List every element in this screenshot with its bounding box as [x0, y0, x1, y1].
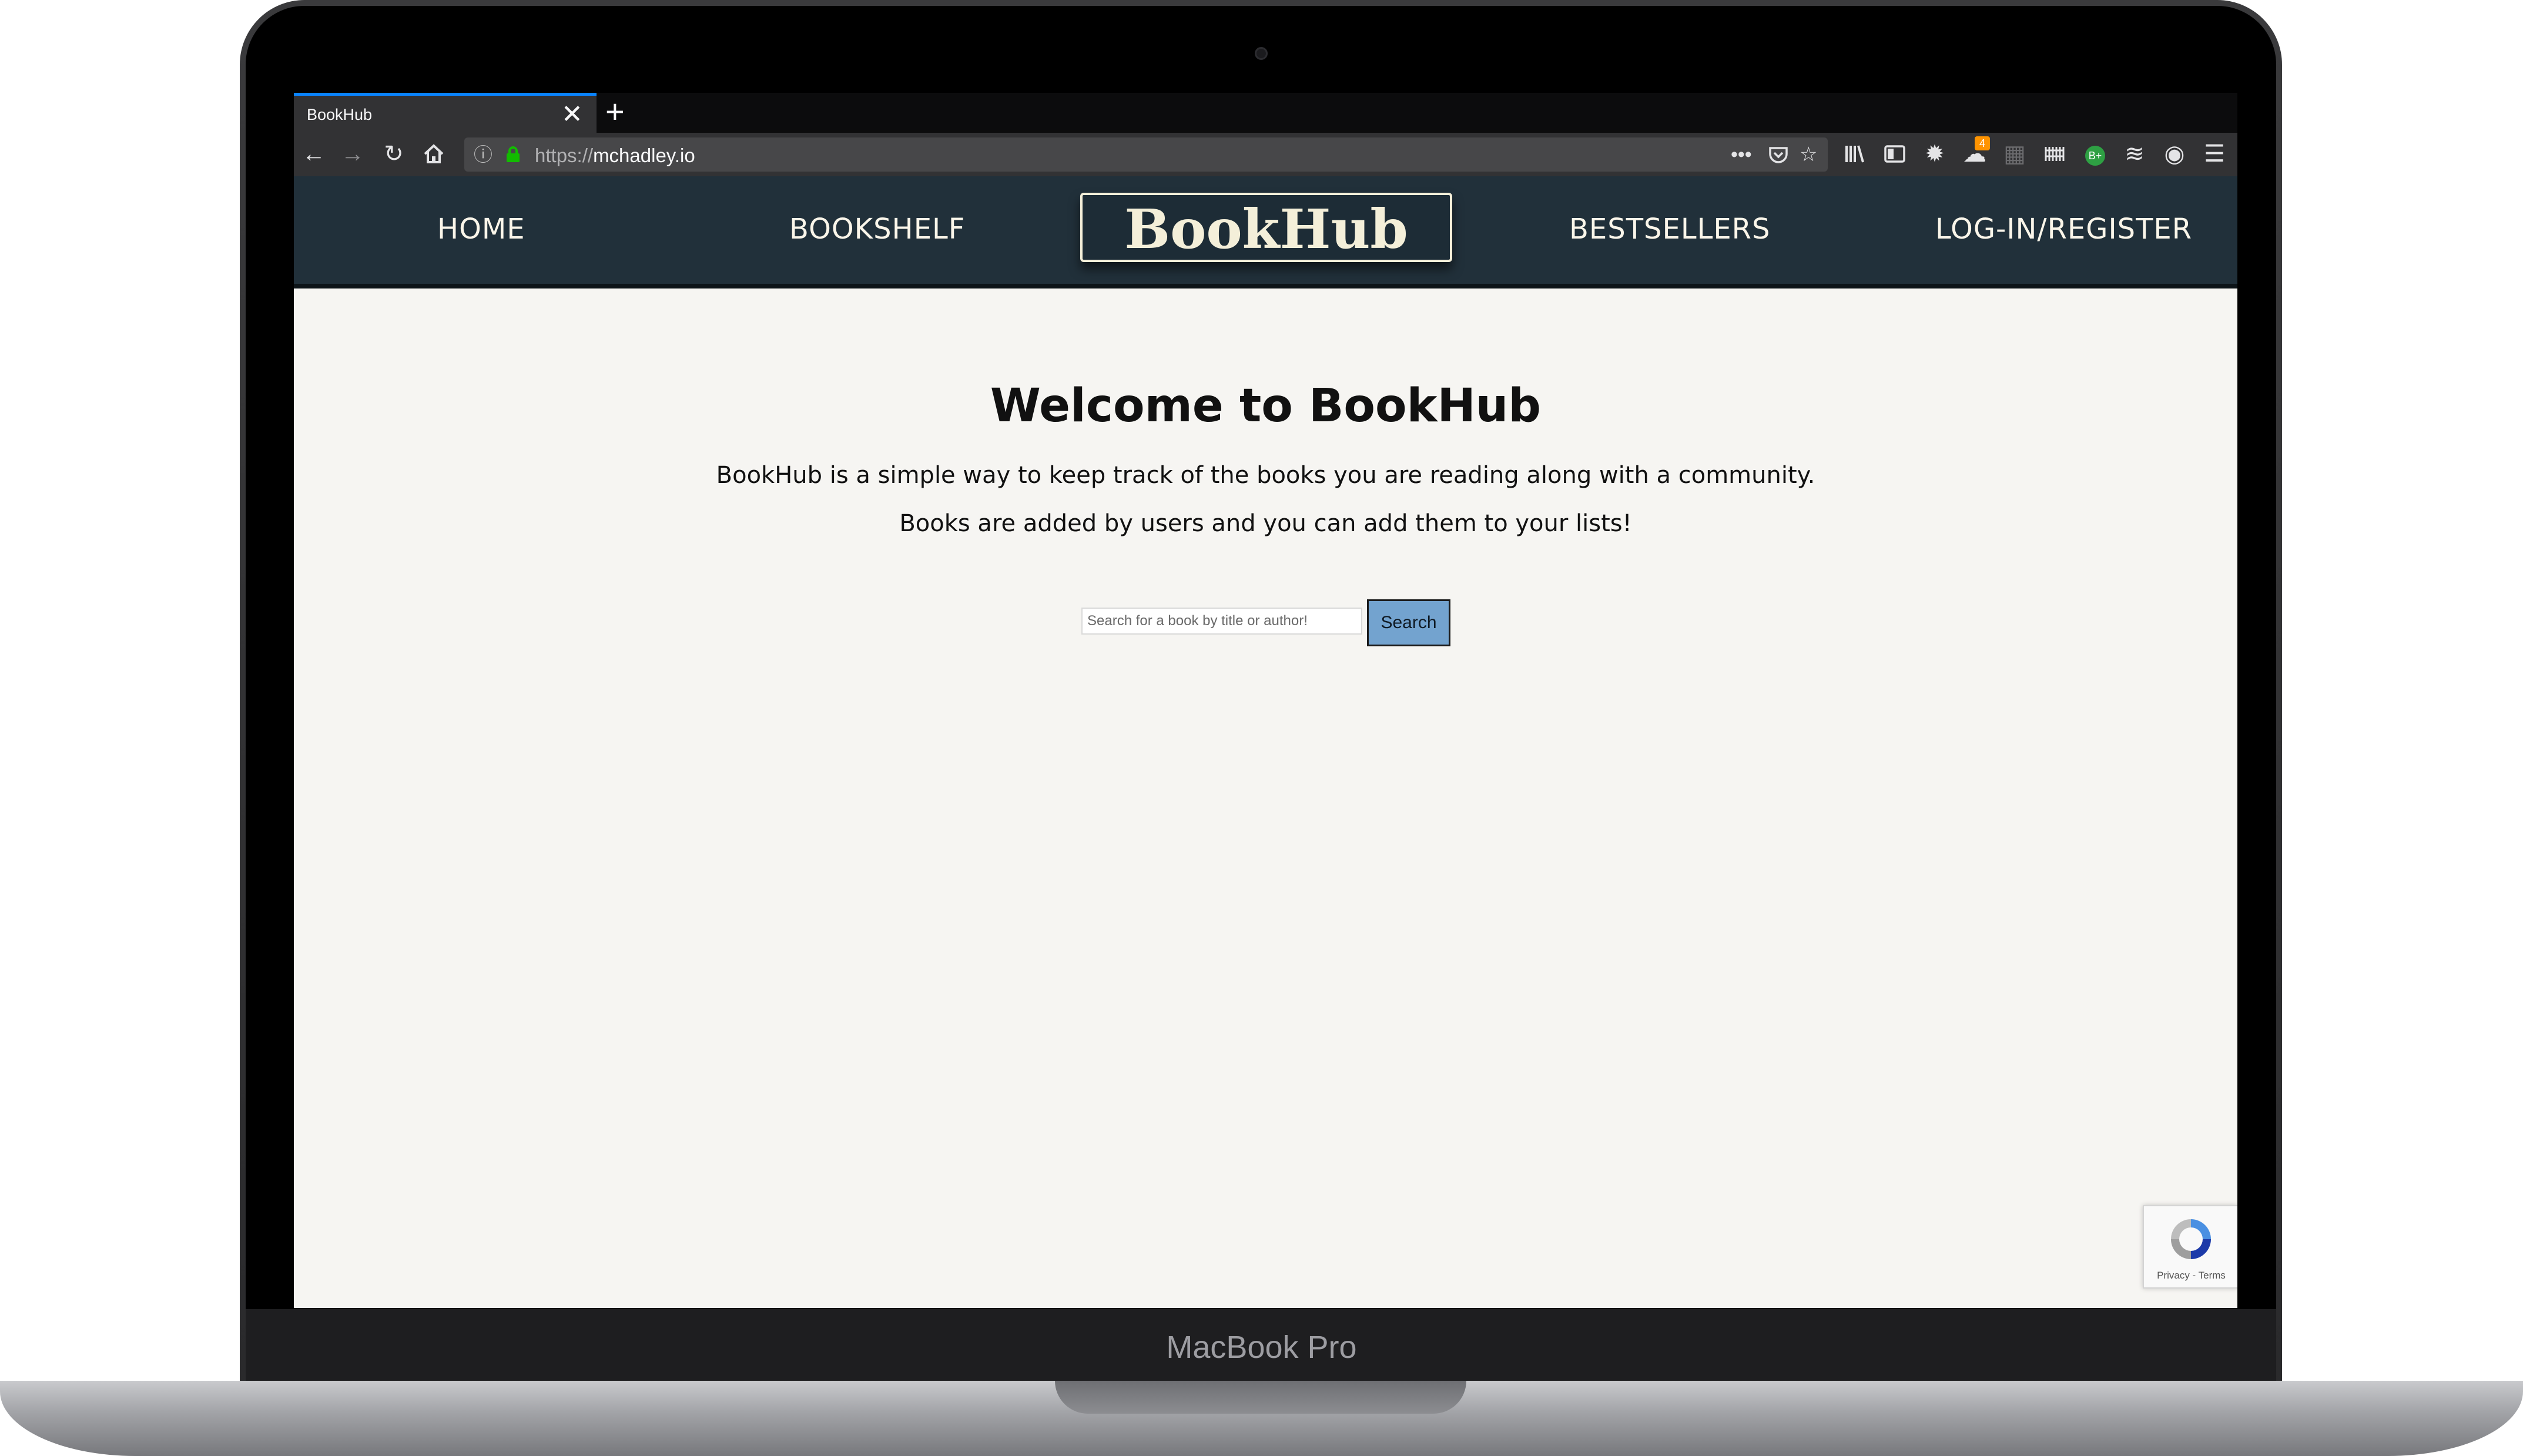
home-icon[interactable] [420, 140, 448, 168]
browser-toolbar: ← → ↻ ⓘ https://mchadley.io ••• ☆ ✹ ☁ 4 … [294, 133, 2237, 176]
menu-icon[interactable]: ☰ [2200, 140, 2229, 168]
book-search-input[interactable] [1081, 608, 1362, 635]
stack-extension-icon[interactable]: ≋ [2120, 140, 2149, 168]
logo-text: BookHub [1124, 197, 1408, 261]
tab-bar: BookHub ✕ + [294, 93, 2237, 133]
grid-extension-icon[interactable]: ▦ [2001, 140, 2029, 168]
back-icon[interactable]: ← [300, 140, 328, 168]
sidebar-icon[interactable] [1881, 140, 1909, 168]
page-title: Welcome to BookHub [990, 380, 1542, 432]
page-actions-icon[interactable]: ••• [1731, 142, 1752, 167]
nav-home-link[interactable]: HOME [437, 213, 525, 246]
pocket-icon[interactable] [1768, 142, 1789, 172]
search-button[interactable]: Search [1367, 599, 1450, 646]
reload-icon[interactable]: ↻ [380, 140, 408, 168]
lock-icon [507, 146, 520, 162]
close-tab-icon[interactable]: ✕ [561, 100, 583, 129]
header-divider [294, 284, 2237, 288]
barcode-extension-icon[interactable] [2040, 140, 2069, 168]
url-scheme: https:// [535, 145, 594, 166]
url-host: mchadley.io [593, 145, 695, 166]
url-text: https://mchadley.io [535, 145, 695, 167]
recaptcha-privacy-terms[interactable]: Privacy - Terms [2144, 1270, 2237, 1281]
macbook-mockup: BookHub ✕ + ← → ↻ ⓘ https://mchadley.io … [0, 0, 2523, 1456]
nav-bookshelf-link[interactable]: BOOKSHELF [789, 213, 965, 246]
device-label: MacBook Pro [1166, 1330, 1357, 1365]
site-header: HOME BOOKSHELF BookHub BESTSELLERS LOG-I… [294, 176, 2237, 284]
bookmark-star-icon[interactable]: ☆ [1800, 142, 1817, 167]
site-logo[interactable]: BookHub [1080, 193, 1452, 262]
new-tab-icon[interactable]: + [605, 95, 625, 128]
nav-bestsellers-link[interactable]: BESTSELLERS [1569, 213, 1770, 246]
intro-paragraph-1: BookHub is a simple way to keep track of… [716, 462, 1815, 489]
recaptcha-icon [2171, 1219, 2211, 1259]
camera-icon [1255, 47, 1268, 60]
info-icon[interactable]: ⓘ [474, 142, 492, 167]
intro-paragraph-2: Books are added by users and you can add… [899, 510, 1632, 537]
nav-login-register-link[interactable]: LOG-IN/REGISTER [1935, 213, 2192, 246]
recaptcha-badge[interactable]: Privacy - Terms [2143, 1205, 2237, 1289]
tab-title: BookHub [307, 106, 373, 123]
laptop-notch [1055, 1381, 1466, 1414]
library-icon[interactable] [1841, 140, 1869, 168]
green-extension-badge[interactable]: B+ [2085, 146, 2105, 166]
gear-extension-icon[interactable]: ✹ [1921, 140, 1949, 168]
tab-bookhub[interactable]: BookHub ✕ [294, 93, 597, 133]
browser-screen: BookHub ✕ + ← → ↻ ⓘ https://mchadley.io … [294, 93, 2237, 1308]
url-bar[interactable]: ⓘ https://mchadley.io ••• ☆ [464, 137, 1828, 172]
extension-badge: 4 [1975, 136, 1990, 150]
account-icon[interactable]: ◉ [2160, 140, 2189, 168]
forward-icon[interactable]: → [339, 140, 367, 168]
